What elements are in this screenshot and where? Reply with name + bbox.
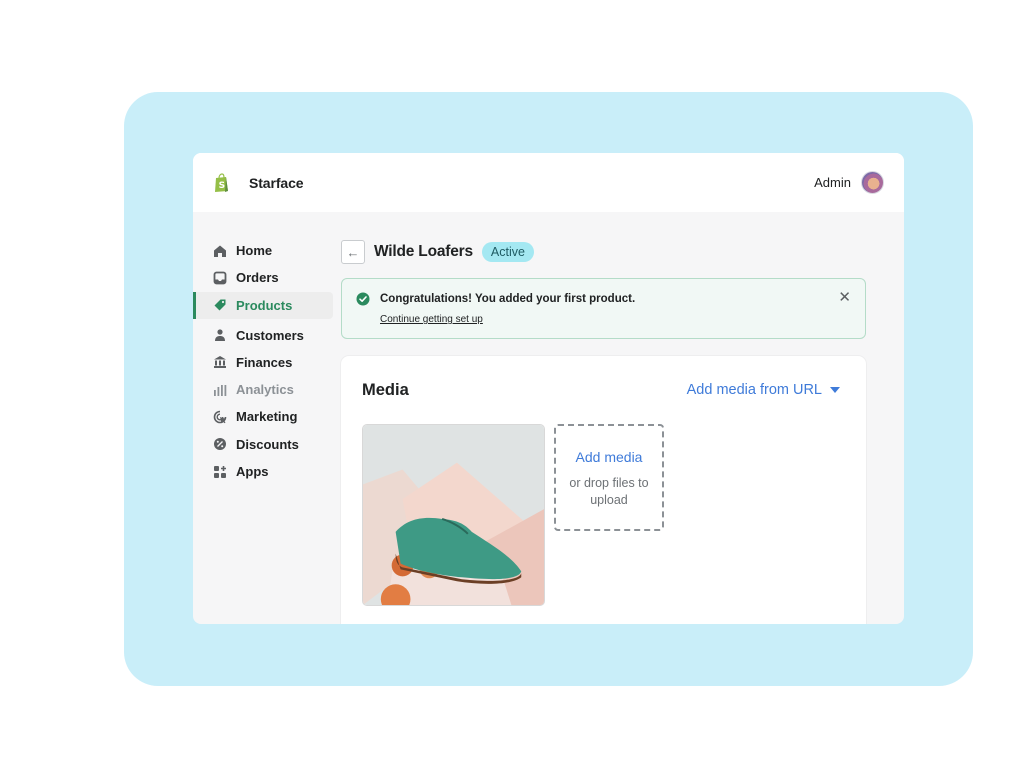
banner-message: Congratulations! You added your first pr… bbox=[380, 293, 636, 305]
brand[interactable]: S Starface bbox=[213, 172, 304, 193]
target-cursor-icon bbox=[213, 410, 227, 424]
svg-text:S: S bbox=[219, 181, 225, 191]
arrow-left-icon: ← bbox=[346, 244, 360, 260]
sidebar-item-apps[interactable]: Apps bbox=[193, 458, 338, 485]
add-media-button[interactable]: Add media bbox=[556, 449, 662, 465]
sidebar-item-label: Products bbox=[236, 297, 293, 313]
sidebar-item-analytics[interactable]: Analytics bbox=[193, 376, 338, 403]
check-circle-icon bbox=[356, 292, 370, 306]
user-avatar[interactable] bbox=[861, 171, 884, 194]
bank-icon bbox=[213, 355, 227, 369]
tag-icon bbox=[213, 298, 227, 312]
home-icon bbox=[213, 244, 227, 258]
sidebar-item-label: Marketing bbox=[236, 409, 298, 425]
admin-window: S Starface Admin Home Orders Products Cu… bbox=[193, 153, 904, 624]
dropzone-hint: or drop files to upload bbox=[569, 476, 649, 507]
add-media-from-url-label: Add media from URL bbox=[686, 382, 822, 398]
sidebar-item-label: Analytics bbox=[236, 382, 294, 398]
success-banner: Congratulations! You added your first pr… bbox=[341, 278, 866, 339]
status-badge: Active bbox=[481, 242, 534, 262]
account-label: Admin bbox=[814, 175, 851, 190]
sidebar-item-discounts[interactable]: Discounts bbox=[193, 431, 338, 458]
product-image[interactable] bbox=[362, 424, 545, 606]
add-media-from-url-button[interactable]: Add media from URL bbox=[687, 382, 840, 398]
apps-grid-icon bbox=[213, 465, 227, 479]
sidebar-item-label: Apps bbox=[236, 464, 269, 480]
sidebar-item-label: Home bbox=[236, 243, 273, 258]
store-name: Starface bbox=[249, 174, 304, 191]
sidebar-item-customers[interactable]: Customers bbox=[193, 322, 338, 349]
page-header: ← Wilde Loafers Active bbox=[341, 240, 866, 264]
top-bar: S Starface Admin bbox=[193, 153, 904, 212]
media-dropzone[interactable]: Add media or drop files to upload bbox=[554, 424, 664, 531]
bar-chart-icon bbox=[213, 383, 227, 397]
sidebar-item-label: Finances bbox=[236, 354, 293, 370]
back-button[interactable]: ← bbox=[341, 240, 365, 264]
sidebar-nav: Home Orders Products Customers Finances bbox=[193, 237, 338, 485]
page-title: Wilde Loafers bbox=[374, 243, 473, 260]
continue-setup-link[interactable]: Continue getting set up bbox=[380, 314, 483, 325]
close-icon[interactable]: ✕ bbox=[838, 290, 851, 305]
sidebar-item-label: Orders bbox=[236, 270, 279, 286]
discount-icon bbox=[213, 437, 227, 451]
caret-down-icon bbox=[830, 387, 840, 393]
media-card: Media Add media from URL Add media or dr… bbox=[341, 356, 866, 624]
sidebar-item-products[interactable]: Products bbox=[193, 291, 333, 319]
person-icon bbox=[213, 328, 227, 342]
media-card-title: Media bbox=[362, 381, 409, 399]
shopify-bag-icon: S bbox=[213, 172, 230, 193]
sidebar-item-orders[interactable]: Orders bbox=[193, 264, 338, 291]
main-content: ← Wilde Loafers Active Congratulations! … bbox=[341, 240, 866, 624]
sidebar-item-marketing[interactable]: Marketing bbox=[193, 403, 338, 430]
sidebar-item-label: Customers bbox=[236, 327, 304, 343]
inbox-icon bbox=[213, 271, 227, 285]
sidebar-item-home[interactable]: Home bbox=[193, 237, 338, 264]
sidebar-item-finances[interactable]: Finances bbox=[193, 349, 338, 376]
account-menu[interactable]: Admin bbox=[814, 171, 884, 194]
sidebar-item-label: Discounts bbox=[236, 436, 299, 452]
